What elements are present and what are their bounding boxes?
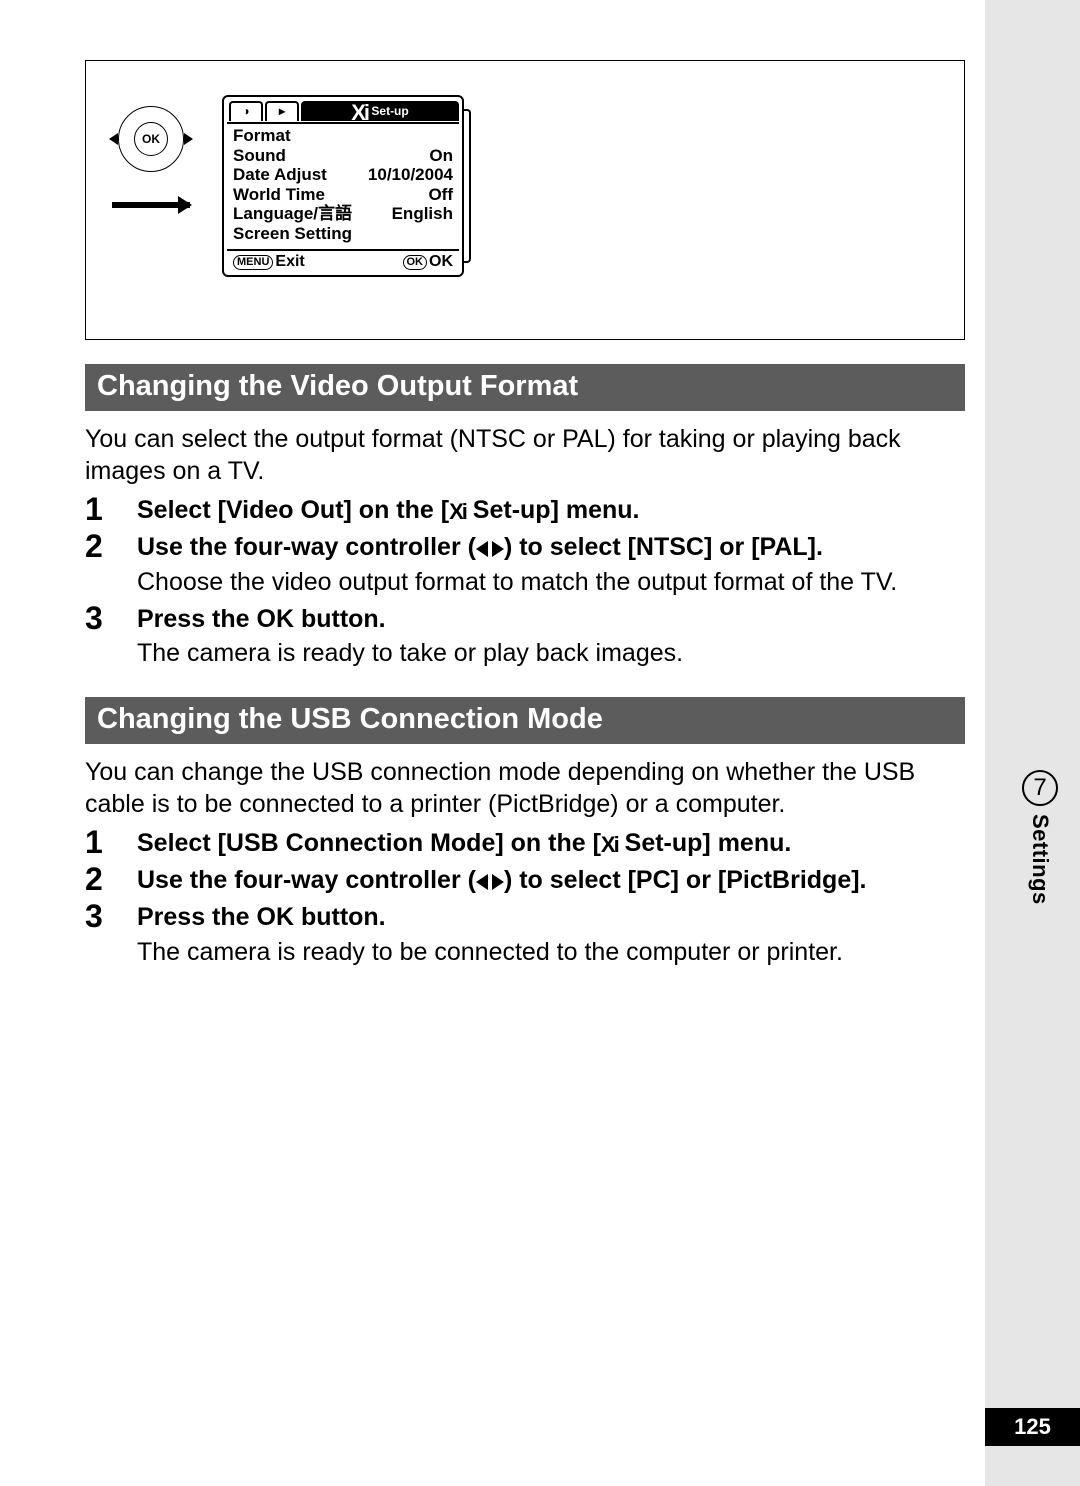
triangle-right-icon xyxy=(492,874,504,890)
page-number: 125 xyxy=(985,1408,1080,1446)
tab-camera-icon: ◑ xyxy=(229,101,263,121)
chapter-label: Settings xyxy=(1027,814,1053,905)
triangle-left-icon xyxy=(476,541,488,557)
section-heading-usb: Changing the USB Connection Mode xyxy=(85,697,965,744)
step-title: Use the four-way controller () to select… xyxy=(137,865,965,896)
step-title: Use the four-way controller () to select… xyxy=(137,532,965,563)
section-heading-video: Changing the Video Output Format xyxy=(85,364,965,411)
step-title: Press the OK button. xyxy=(137,902,965,933)
section-intro: You can change the USB connection mode d… xyxy=(85,756,965,820)
setup-icon: Xi xyxy=(601,831,618,859)
tab-play-icon: ▸ xyxy=(265,101,299,121)
step-body: The camera is ready to take or play back… xyxy=(137,637,965,669)
step-body: Choose the video output format to match … xyxy=(137,566,965,598)
chapter-tab: 7 Settings xyxy=(1018,770,1062,905)
section-intro: You can select the output format (NTSC o… xyxy=(85,423,965,487)
step-title: Select [Video Out] on the [Xi Set-up] me… xyxy=(137,495,965,526)
setup-icon: Xi xyxy=(449,498,466,526)
setup-icon: Xi xyxy=(351,100,368,125)
four-way-controller-icon: OK xyxy=(118,106,184,172)
step-title: Press the OK button. xyxy=(137,604,965,635)
arrow-icon xyxy=(112,202,190,208)
ok-badge: OK xyxy=(403,255,428,270)
page-gutter xyxy=(985,0,1080,1486)
chapter-number: 7 xyxy=(1022,770,1058,806)
tab-setup: Xi Set-up xyxy=(301,101,459,121)
triangle-left-icon xyxy=(476,874,488,890)
step-body: The camera is ready to be connected to t… xyxy=(137,936,965,968)
steps-usb: Select [USB Connection Mode] on the [Xi … xyxy=(85,828,965,968)
menu-badge: MENU xyxy=(233,255,273,270)
menu-list: Format SoundOn Date Adjust10/10/2004 Wor… xyxy=(227,124,459,247)
lcd-screen: ◑ ▸ Xi Set-up Format SoundOn Date Adjust… xyxy=(222,95,464,277)
step-title: Select [USB Connection Mode] on the [Xi … xyxy=(137,828,965,859)
steps-video: Select [Video Out] on the [Xi Set-up] me… xyxy=(85,495,965,669)
illustration: OK ◑ ▸ Xi Set-up Format SoundOn xyxy=(85,60,965,340)
triangle-right-icon xyxy=(492,541,504,557)
